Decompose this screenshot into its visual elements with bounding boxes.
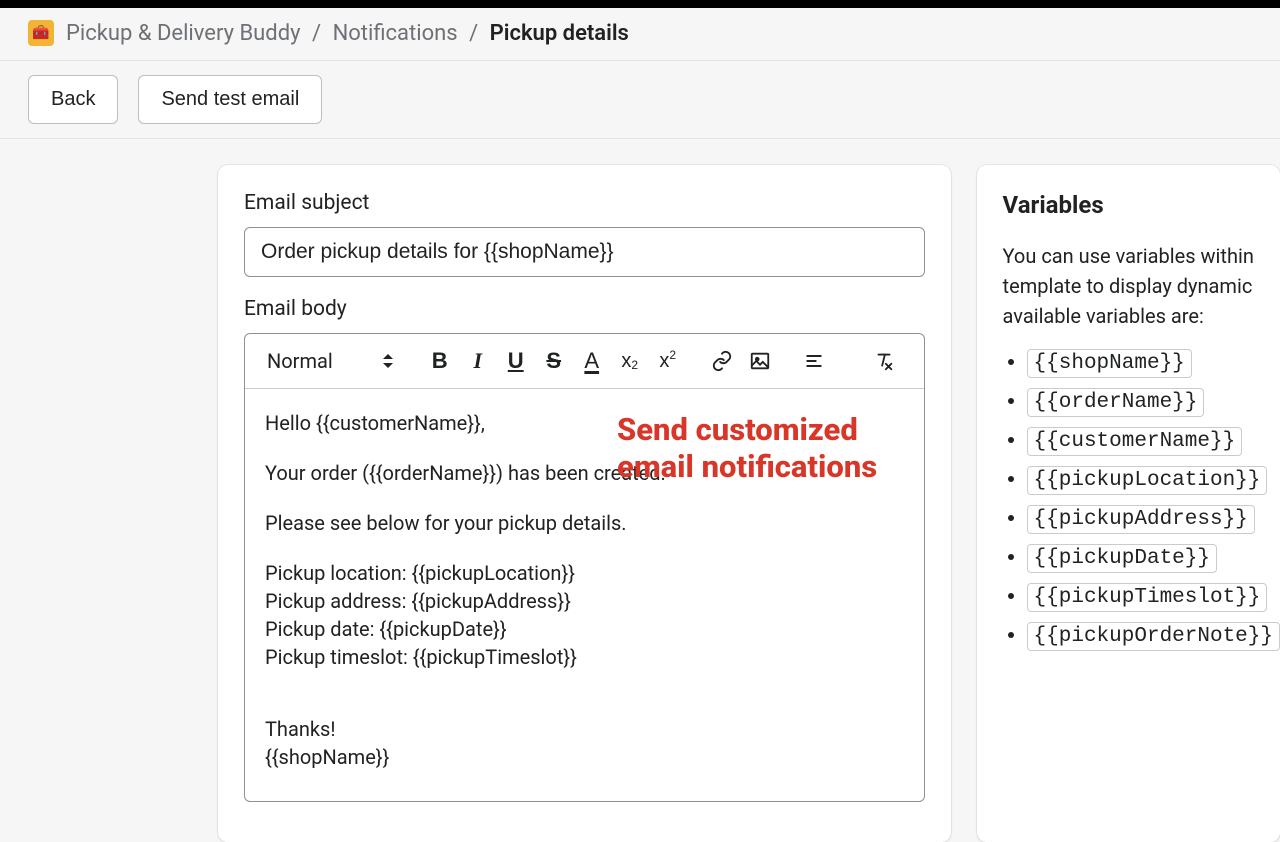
variable-chip[interactable]: {{pickupLocation}} (1027, 466, 1268, 495)
variable-item: {{pickupOrderNote}} (1027, 622, 1280, 651)
align-icon (804, 351, 824, 371)
variable-chip[interactable]: {{pickupOrderNote}} (1027, 622, 1280, 651)
variable-chip[interactable]: {{pickupDate}} (1027, 544, 1217, 573)
variable-item: {{pickupAddress}} (1027, 505, 1280, 534)
app-icon: 🧰 (28, 20, 54, 46)
image-button[interactable] (743, 344, 777, 378)
strikethrough-button[interactable]: S (537, 344, 571, 378)
select-caret-icon (383, 354, 393, 368)
align-button[interactable] (797, 344, 831, 378)
promo-overlay-line: email notifications (617, 448, 877, 485)
clear-format-button[interactable] (867, 344, 901, 378)
subject-input[interactable] (244, 227, 925, 277)
variables-list: {{shopName}} {{orderName}} {{customerNam… (1003, 349, 1280, 651)
variable-item: {{orderName}} (1027, 388, 1280, 417)
bold-button[interactable]: B (423, 344, 457, 378)
action-bar: Back Send test email (0, 60, 1280, 139)
back-button[interactable]: Back (28, 75, 118, 124)
editor-content[interactable]: Hello {{customerName}}, Your order ({{or… (245, 389, 924, 801)
variable-chip[interactable]: {{customerName}} (1027, 427, 1243, 456)
breadcrumb-app[interactable]: Pickup & Delivery Buddy (66, 21, 301, 46)
variable-chip[interactable]: {{pickupAddress}} (1027, 505, 1255, 534)
variable-item: {{pickupLocation}} (1027, 466, 1280, 495)
variable-item: {{customerName}} (1027, 427, 1280, 456)
italic-button[interactable]: I (461, 344, 495, 378)
body-line: Please see below for your pickup details… (265, 509, 904, 537)
format-select[interactable]: Normal (263, 345, 401, 377)
body-line: Thanks! (265, 715, 904, 743)
format-select-label: Normal (267, 349, 333, 373)
variable-item: {{pickupTimeslot}} (1027, 583, 1280, 612)
link-icon (711, 350, 733, 372)
variables-title: Variables (1003, 191, 1280, 219)
window-top-bar (0, 0, 1280, 8)
breadcrumb-bar: 🧰 Pickup & Delivery Buddy / Notification… (0, 8, 1280, 60)
subject-label: Email subject (244, 191, 925, 215)
rich-text-editor: Normal B I U S A x2 x2 (244, 333, 925, 802)
editor-toolbar: Normal B I U S A x2 x2 (245, 334, 924, 389)
body-line: Pickup date: {{pickupDate}} (265, 615, 904, 643)
send-test-email-button[interactable]: Send test email (138, 75, 322, 124)
breadcrumb-current: Pickup details (490, 21, 629, 46)
body-line: Pickup timeslot: {{pickupTimeslot}} (265, 643, 904, 671)
variables-description: You can use variables within template to… (1003, 241, 1280, 331)
body-line: {{shopName}} (265, 743, 904, 771)
promo-overlay-line: Send customized (617, 411, 877, 448)
variable-chip[interactable]: {{orderName}} (1027, 388, 1205, 417)
variable-chip[interactable]: {{pickupTimeslot}} (1027, 583, 1268, 612)
body-label: Email body (244, 297, 925, 321)
link-button[interactable] (705, 344, 739, 378)
promo-overlay: Send customized email notifications (617, 411, 877, 485)
variable-item: {{shopName}} (1027, 349, 1280, 378)
variable-item: {{pickupDate}} (1027, 544, 1280, 573)
breadcrumb-separator: / (469, 21, 478, 46)
body-line: Pickup location: {{pickupLocation}} (265, 559, 904, 587)
image-icon (749, 350, 771, 372)
email-editor-card: Email subject Email body Normal B I U S … (218, 165, 951, 842)
body-line: Pickup address: {{pickupAddress}} (265, 587, 904, 615)
subscript-button[interactable]: x2 (613, 344, 647, 378)
variable-chip[interactable]: {{shopName}} (1027, 349, 1192, 378)
superscript-button[interactable]: x2 (651, 344, 685, 378)
variables-card: Variables You can use variables within t… (977, 165, 1280, 842)
underline-button[interactable]: U (499, 344, 533, 378)
breadcrumb: Pickup & Delivery Buddy / Notifications … (66, 21, 629, 46)
breadcrumb-section[interactable]: Notifications (333, 21, 458, 46)
breadcrumb-separator: / (312, 21, 321, 46)
clear-format-icon (873, 350, 895, 372)
text-color-button[interactable]: A (575, 344, 609, 378)
content-area: Email subject Email body Normal B I U S … (0, 139, 1280, 842)
